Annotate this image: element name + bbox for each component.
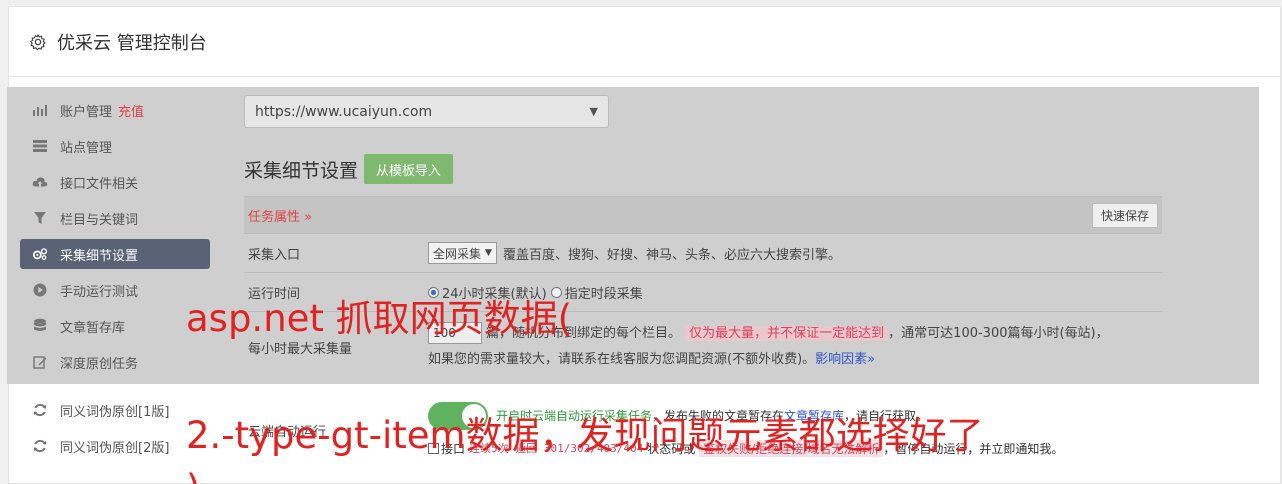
sidebar-item-synonym-v1[interactable]: 同义词伪原创[1版]	[20, 395, 210, 425]
collect-entry-value: 全网采集	[433, 246, 482, 261]
sidebar-item-label: 接口文件相关	[60, 176, 139, 192]
server-icon	[32, 138, 48, 154]
gear-icon	[30, 33, 46, 50]
database-icon	[32, 318, 48, 334]
panel-header: 优采云 管理控制台	[9, 7, 1280, 77]
sidebar-item-label: 深度原创任务	[60, 356, 139, 372]
max-note: 仅为最大量，并不保证一定能达到	[685, 325, 889, 341]
sidebar: 账户管理 充值 站点管理 接口文件相关 栏目与关键词 采集细节设置 手动运行测试…	[20, 95, 210, 467]
gears-icon	[32, 246, 48, 262]
collect-entry-desc: 覆盖百度、搜狗、好搜、神马、头条、必应六大搜索引擎。	[502, 247, 841, 263]
collect-entry-select[interactable]: 全网采集 ▼	[428, 242, 497, 264]
import-template-button[interactable]: 从模板导入	[364, 154, 454, 184]
recharge-link[interactable]: 充值	[118, 101, 144, 120]
site-select[interactable]: https://www.ucaiyun.com ▼	[244, 95, 609, 128]
sidebar-item-label: 文章暂存库	[60, 320, 126, 336]
radio-24h[interactable]	[428, 286, 439, 298]
sidebar-item-collect-settings[interactable]: 采集细节设置	[20, 239, 210, 269]
row3-line2: 如果您的需求量较大，请联系在线客服为您调配资源(不额外收费)。影响因素»	[428, 347, 875, 373]
edit-icon	[32, 354, 48, 370]
sidebar-item-label: 手动运行测试	[60, 284, 139, 300]
table-row: 采集入口 全网采集 ▼ 覆盖百度、搜狗、好搜、神马、头条、必应六大搜索引擎。	[244, 233, 1162, 272]
overlay-caption-line2: 2.-type-gt-item数据，发现问题元素都选择好了	[186, 414, 984, 457]
sidebar-item-synonym-v2[interactable]: 同义词伪原创[2版]	[20, 431, 210, 461]
settings-table: 任务属性 » 快速保存 采集入口 全网采集 ▼ 覆盖百度、搜狗、好搜、神马、头条…	[244, 196, 1162, 381]
row-value: 全网采集 ▼ 覆盖百度、搜狗、好搜、神马、头条、必应六大搜索引擎。	[428, 234, 1162, 272]
row3-text3: 如果您的需求量较大，请联系在线客服为您调配资源(不额外收费)。	[428, 351, 816, 367]
page-title: 优采云 管理控制台	[57, 32, 207, 54]
row-label: 采集入口	[248, 247, 301, 263]
bar-chart-icon	[32, 102, 48, 118]
radio-scheduled[interactable]	[550, 286, 562, 298]
sidebar-item-label: 账户管理	[60, 104, 113, 120]
chevron-down-icon: ▼	[485, 248, 492, 258]
sidebar-item-label: 同义词伪原创[2版]	[60, 440, 170, 456]
sidebar-item-label: 栏目与关键词	[60, 212, 139, 228]
refresh-icon	[32, 438, 48, 454]
sidebar-item-label: 同义词伪原创[1版]	[60, 404, 170, 420]
quick-save-button[interactable]: 快速保存	[1091, 202, 1158, 228]
section-header: 采集细节设置 从模板导入	[244, 154, 1244, 184]
refresh-icon	[32, 402, 48, 418]
filter-icon	[32, 210, 48, 226]
sidebar-item-account[interactable]: 账户管理 充值	[20, 95, 210, 125]
row3-text2: ，通常可达100-300篇每小时(每站)，	[888, 325, 1109, 341]
sidebar-item-interface[interactable]: 接口文件相关	[20, 167, 210, 197]
sidebar-item-article-store[interactable]: 文章暂存库	[20, 311, 210, 341]
sidebar-item-label: 站点管理	[60, 140, 113, 156]
sidebar-item-manual-run[interactable]: 手动运行测试	[20, 275, 210, 305]
section-title: 采集细节设置	[244, 159, 359, 182]
chevron-down-icon: ▼	[589, 105, 598, 118]
play-icon	[32, 282, 48, 298]
overlay-caption-line1: asp.net 抓取网页数据(	[186, 297, 573, 340]
radio-scheduled-label: 指定时段采集	[564, 286, 643, 302]
sidebar-item-deep-original[interactable]: 深度原创任务	[20, 347, 210, 377]
table-head: 任务属性 » 快速保存	[244, 196, 1162, 233]
site-select-value: https://www.ucaiyun.com	[255, 103, 433, 120]
sidebar-item-label: 采集细节设置	[60, 248, 139, 264]
factors-link[interactable]: 影响因素»	[815, 352, 875, 367]
cloud-upload-icon	[32, 174, 48, 190]
overlay-caption-line3: )	[186, 470, 200, 484]
sidebar-item-columns[interactable]: 栏目与关键词	[20, 203, 210, 233]
task-attr-toggle[interactable]: 任务属性 »	[248, 206, 312, 225]
sidebar-item-sites[interactable]: 站点管理	[20, 131, 210, 161]
